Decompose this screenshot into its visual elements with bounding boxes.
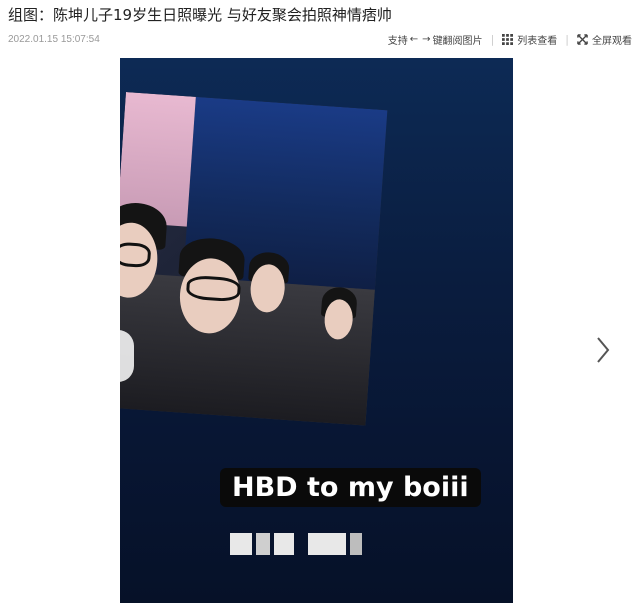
keyboard-hint: 支持 ← → 键翻阅图片 — [388, 32, 483, 47]
article-title: 组图：陈坤儿子19岁生日照曝光 与好友聚会拍照神情痞帅 — [8, 6, 392, 24]
list-view-label: 列表查看 — [517, 36, 558, 47]
keyboard-label: 键翻阅图片 — [432, 36, 483, 47]
gallery-toolbar: 支持 ← → 键翻阅图片 | 列表查看 | 全屏观看 — [388, 32, 632, 47]
toolbar-divider: | — [490, 33, 495, 46]
story-caption: HBD to my boiii — [220, 468, 481, 507]
next-image-button[interactable] — [588, 330, 618, 370]
toolbar-divider: | — [565, 33, 569, 46]
arrow-left-icon: ← — [409, 34, 419, 45]
previous-image-button[interactable] — [118, 330, 134, 382]
list-view-button[interactable]: 列表查看 — [502, 32, 557, 47]
selfie-photo — [120, 92, 388, 426]
fullscreen-icon — [577, 34, 588, 45]
fullscreen-button[interactable]: 全屏观看 — [577, 32, 632, 47]
fullscreen-label: 全屏观看 — [592, 36, 632, 47]
support-label: 支持 — [387, 36, 408, 47]
arrow-right-icon: → — [422, 34, 431, 45]
chevron-right-icon — [597, 337, 610, 363]
gallery-image-viewer[interactable]: HBD to my boiii — [120, 58, 513, 603]
publish-timestamp: 2022.01.15 15:07:54 — [8, 34, 100, 45]
grid-icon — [502, 34, 514, 45]
censored-text — [230, 533, 366, 555]
